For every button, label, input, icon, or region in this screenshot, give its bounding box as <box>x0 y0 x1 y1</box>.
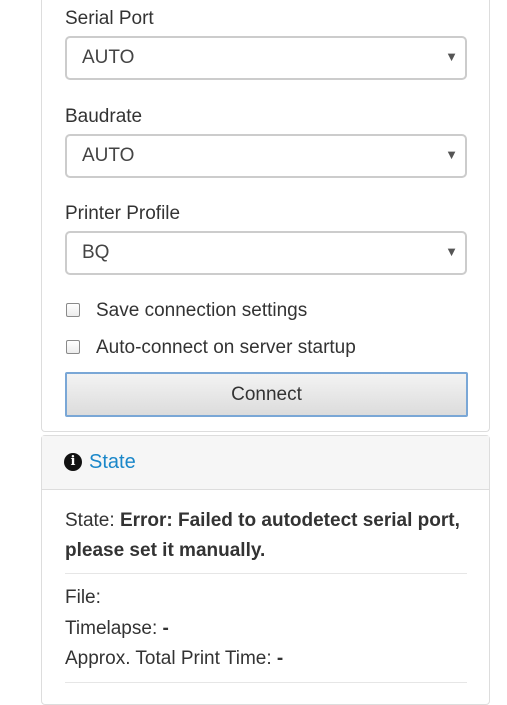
file-line: File: <box>65 587 101 609</box>
caret-down-icon: ▼ <box>445 147 458 162</box>
state-value: Error: Failed to autodetect serial port,… <box>65 510 460 561</box>
caret-down-icon: ▼ <box>445 244 458 259</box>
save-settings-checkbox[interactable] <box>66 303 80 317</box>
state-line: State: Error: Failed to autodetect seria… <box>65 506 465 566</box>
timelapse-value: - <box>162 618 169 639</box>
connection-panel: Serial Port AUTO ▼ Baudrate AUTO ▼ Print… <box>41 0 490 432</box>
auto-connect-checkbox[interactable] <box>66 340 80 354</box>
timelapse-line: Timelapse: - <box>65 618 169 640</box>
baudrate-select[interactable]: AUTO ▼ <box>65 134 467 178</box>
file-label: File: <box>65 587 101 608</box>
divider <box>65 682 467 683</box>
state-panel-title[interactable]: State <box>89 451 136 474</box>
save-settings-label[interactable]: Save connection settings <box>96 300 307 322</box>
state-label: State: <box>65 510 115 531</box>
baudrate-label: Baudrate <box>65 106 143 127</box>
timelapse-label: Timelapse: <box>65 618 158 639</box>
info-circle-icon: i <box>64 453 82 471</box>
serial-port-label: Serial Port <box>65 8 154 29</box>
printer-profile-label: Printer Profile <box>65 203 181 224</box>
total-print-time-line: Approx. Total Print Time: - <box>65 648 283 670</box>
total-print-time-value: - <box>276 648 284 669</box>
printer-profile-select[interactable]: BQ ▼ <box>65 231 467 275</box>
printer-profile-value: BQ <box>82 242 110 263</box>
state-panel: i State State: Error: Failed to autodete… <box>41 435 490 705</box>
auto-connect-label[interactable]: Auto-connect on server startup <box>96 337 356 359</box>
divider <box>65 573 467 574</box>
state-panel-heading[interactable]: i State <box>42 436 489 490</box>
caret-down-icon: ▼ <box>445 49 458 64</box>
total-print-time-label: Approx. Total Print Time: <box>65 648 272 669</box>
baudrate-value: AUTO <box>82 145 135 166</box>
serial-port-value: AUTO <box>82 47 135 68</box>
connect-button[interactable]: Connect <box>65 372 468 417</box>
serial-port-select[interactable]: AUTO ▼ <box>65 36 467 80</box>
